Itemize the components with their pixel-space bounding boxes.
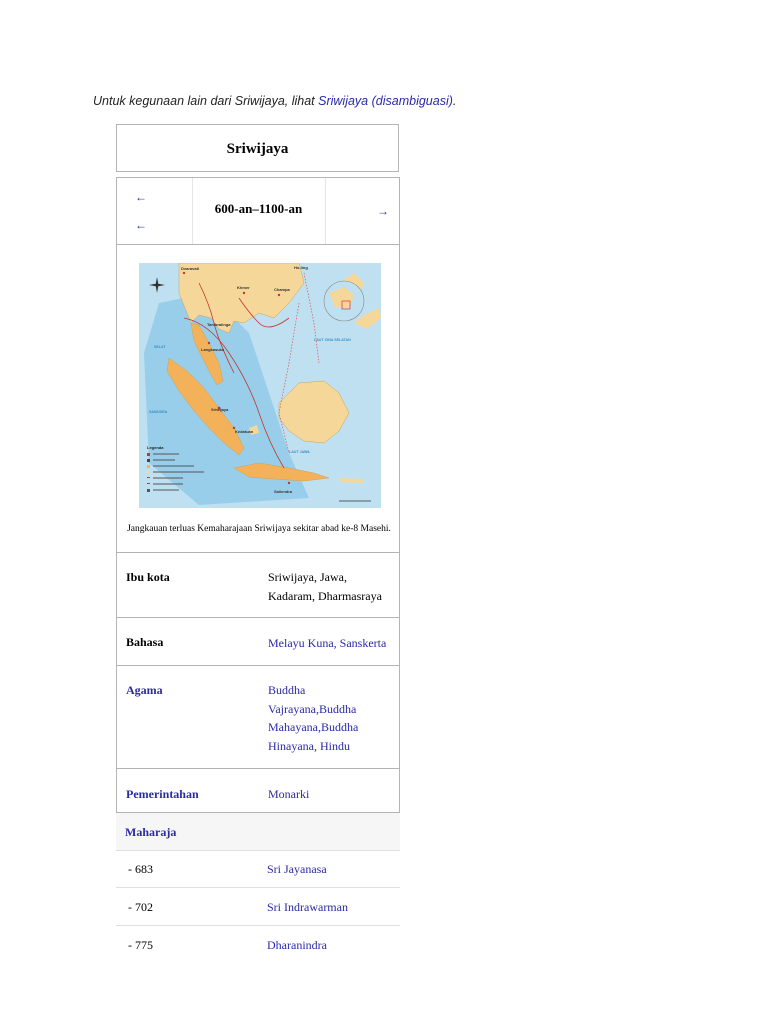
ruler-name[interactable]: Sri Jayanasa bbox=[267, 862, 327, 877]
row-bahasa: Bahasa Melayu Kuna, Sanskerta bbox=[116, 618, 400, 666]
previous-state-cell: ← ← bbox=[117, 178, 193, 244]
row-key-bahasa: Bahasa bbox=[126, 635, 164, 649]
period-label: 600-an–1100-an bbox=[192, 178, 326, 244]
row-value-bahasa[interactable]: Melayu Kuna, Sanskerta bbox=[268, 634, 386, 653]
svg-text:SELAT: SELAT bbox=[154, 345, 166, 349]
svg-text:Sailendra: Sailendra bbox=[274, 489, 293, 494]
previous-state-arrow-2[interactable]: ← bbox=[135, 218, 147, 233]
religion-line[interactable]: Hinayana, Hindu bbox=[268, 737, 358, 756]
religion-line[interactable]: Vajrayana,Buddha bbox=[268, 700, 358, 719]
ruler-row: - 683 Sri Jayanasa bbox=[116, 851, 400, 888]
svg-text:Sriwijaya: Sriwijaya bbox=[211, 407, 229, 412]
ruler-name[interactable]: Dharanindra bbox=[267, 938, 327, 953]
row-key-pemerintahan[interactable]: Pemerintahan bbox=[126, 787, 199, 802]
capital-line: Sriwijaya, Jawa, bbox=[268, 570, 347, 584]
row-key-agama[interactable]: Agama bbox=[126, 683, 163, 698]
map-graphic: Dvaravati Ho-ling Khmer Champa Tambralin… bbox=[144, 263, 381, 505]
ruler-year: - 775 bbox=[128, 938, 153, 952]
svg-text:Tambralinga: Tambralinga bbox=[207, 322, 231, 327]
svg-text:Dvaravati: Dvaravati bbox=[181, 266, 199, 271]
capital-line: Kadaram, Dharmasraya bbox=[268, 588, 382, 603]
infobox-title: Sriwijaya bbox=[116, 124, 399, 172]
ruler-name[interactable]: Sri Indrawarman bbox=[267, 900, 348, 915]
svg-text:Khmer: Khmer bbox=[237, 285, 250, 290]
svg-text:SAMUDRA: SAMUDRA bbox=[149, 410, 168, 414]
ruler-row: - 775 Dharanindra bbox=[116, 926, 400, 963]
disambiguation-link[interactable]: Sriwijaya (disambiguasi) bbox=[318, 94, 453, 108]
row-value-pemerintahan[interactable]: Monarki bbox=[268, 785, 309, 804]
row-key-ibu-kota: Ibu kota bbox=[126, 570, 170, 584]
next-state-arrow[interactable]: → bbox=[377, 204, 389, 219]
row-ibu-kota: Ibu kota Sriwijaya, Jawa, Kadaram, Dharm… bbox=[116, 553, 400, 618]
svg-text:Langkasuka: Langkasuka bbox=[201, 347, 225, 352]
map-caption: Jangkauan terluas Kemaharajaan Sriwijaya… bbox=[127, 524, 391, 534]
next-state-cell: → bbox=[325, 178, 399, 244]
map-section: Dvaravati Ho-ling Khmer Champa Tambralin… bbox=[116, 245, 400, 553]
sriwijaya-map[interactable]: Dvaravati Ho-ling Khmer Champa Tambralin… bbox=[139, 263, 381, 508]
svg-text:Champa: Champa bbox=[274, 287, 291, 292]
hatnote-prefix: Untuk kegunaan lain dari Sriwijaya, liha… bbox=[93, 94, 319, 108]
hatnote-suffix: . bbox=[452, 94, 457, 108]
ruler-year: - 683 bbox=[128, 862, 153, 876]
period-row: ← ← 600-an–1100-an → bbox=[116, 177, 400, 245]
previous-state-arrow-1[interactable]: ← bbox=[135, 190, 147, 205]
rulers-heading[interactable]: Maharaja bbox=[125, 825, 176, 840]
row-pemerintahan: Pemerintahan Monarki bbox=[116, 769, 400, 813]
svg-text:Kedatuan: Kedatuan bbox=[235, 429, 254, 434]
religion-line[interactable]: Mahayana,Buddha bbox=[268, 718, 358, 737]
row-agama: Agama Buddha Vajrayana,Buddha Mahayana,B… bbox=[116, 666, 400, 769]
hatnote: Untuk kegunaan lain dari Sriwijaya, liha… bbox=[93, 94, 456, 108]
rulers-heading-row: Maharaja bbox=[116, 813, 400, 851]
row-value-agama: Buddha Vajrayana,Buddha Mahayana,Buddha … bbox=[268, 681, 358, 755]
svg-text:Ho-ling: Ho-ling bbox=[294, 265, 308, 270]
svg-text:LAUT JAWA: LAUT JAWA bbox=[289, 450, 310, 454]
row-value-ibu-kota: Sriwijaya, Jawa, Kadaram, Dharmasraya bbox=[268, 568, 382, 605]
svg-text:LAUT CINA SELATAN: LAUT CINA SELATAN bbox=[314, 338, 351, 342]
ruler-year: - 702 bbox=[128, 900, 153, 914]
ruler-row: - 702 Sri Indrawarman bbox=[116, 888, 400, 926]
map-legend-title: Legenda bbox=[147, 445, 164, 450]
religion-line[interactable]: Buddha bbox=[268, 681, 358, 700]
